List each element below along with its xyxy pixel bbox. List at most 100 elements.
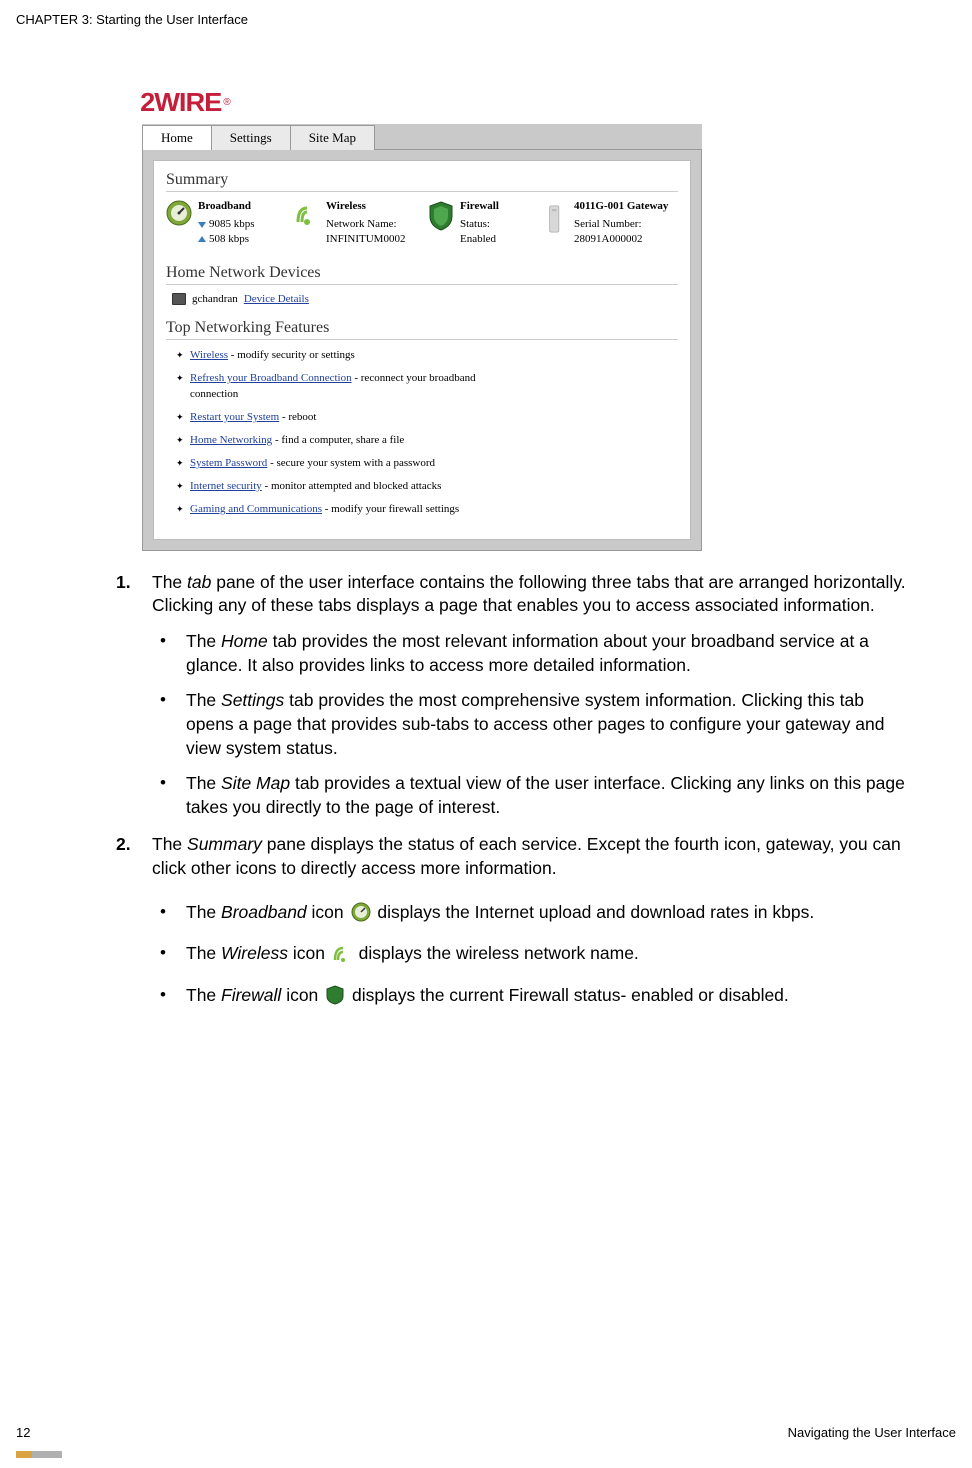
t: The <box>186 690 221 710</box>
monitor-icon <box>172 293 186 305</box>
t: The <box>186 985 221 1005</box>
feature-rest: - monitor attempted and blocked attacks <box>262 480 442 492</box>
feature-rest: - modify security or settings <box>228 349 355 361</box>
t-italic: Settings <box>221 690 284 710</box>
gateway-icon <box>542 200 568 232</box>
inline-broadband-icon <box>351 902 371 922</box>
gray-frame: Summary Broadband 9085 kbps <box>142 149 702 551</box>
firewall-status-label: Status: <box>460 218 499 232</box>
sub-item: The Home tab provides the most relevant … <box>152 630 916 677</box>
feature-rest: - reboot <box>279 411 316 423</box>
t-italic: Broadband <box>221 902 307 922</box>
feature-list: Wireless - modify security or settings R… <box>166 348 678 518</box>
feature-link[interactable]: Restart your System <box>190 411 279 423</box>
t: tab provides the most comprehensive syst… <box>186 690 885 757</box>
tab-site-map[interactable]: Site Map <box>290 125 375 150</box>
sub-item: The Settings tab provides the most compr… <box>152 689 916 760</box>
broadband-label: Broadband <box>198 200 255 214</box>
device-row: gchandran Device Details <box>172 293 678 305</box>
t: icon <box>281 985 323 1005</box>
tab-settings[interactable]: Settings <box>211 125 291 150</box>
t: The <box>152 834 187 854</box>
chapter-head: CHAPTER 3: Starting the User Interface <box>16 12 956 27</box>
logo: 2WIRE ® <box>142 87 702 118</box>
inline-firewall-icon <box>325 985 345 1005</box>
broadband-icon <box>166 200 192 232</box>
t: The <box>186 902 221 922</box>
t: pane of the user interface contains the … <box>152 572 906 616</box>
broadband-block[interactable]: Broadband 9085 kbps 508 kbps <box>166 200 288 246</box>
t: icon <box>307 902 349 922</box>
t-italic: Site Map <box>221 773 290 793</box>
t: tab provides a textual view of the user … <box>186 773 905 817</box>
ol-item-2: The Summary pane displays the status of … <box>116 833 916 1007</box>
feature-item: Internet security - monitor attempted an… <box>176 479 476 495</box>
feature-rest: - secure your system with a password <box>267 457 435 469</box>
t-italic: Home <box>221 631 268 651</box>
gateway-sn-label: Serial Number: <box>574 218 668 232</box>
feature-link[interactable]: Gaming and Communications <box>190 503 322 515</box>
t: displays the Internet upload and downloa… <box>377 902 814 922</box>
firewall-icon <box>428 200 454 232</box>
feature-rest: - find a computer, share a file <box>272 434 404 446</box>
t: displays the current Firewall status- en… <box>352 985 789 1005</box>
feature-item: Refresh your Broadband Connection - reco… <box>176 371 476 403</box>
down-arrow-icon <box>198 222 206 228</box>
t: The <box>186 943 221 963</box>
inner-white: Summary Broadband 9085 kbps <box>153 160 691 540</box>
feature-link[interactable]: Wireless <box>190 349 228 361</box>
t: The <box>186 773 221 793</box>
sub-item: The Wireless icon displays the wireless … <box>152 942 916 966</box>
feature-rest: - modify your firewall settings <box>322 503 459 515</box>
gateway-sn-value: 28091A000002 <box>574 233 668 247</box>
summary-grid: Broadband 9085 kbps 508 kbps <box>166 200 678 246</box>
t: The <box>152 572 187 592</box>
tabs-row: Home Settings Site Map <box>142 124 702 149</box>
gateway-block: 4011G-001 Gateway Serial Number: 28091A0… <box>542 200 678 246</box>
t-italic: Firewall <box>221 985 281 1005</box>
t-italic: tab <box>187 572 211 592</box>
gateway-label: 4011G-001 Gateway <box>574 200 668 214</box>
sub-item: The Broadband icon displays the Internet… <box>152 901 916 925</box>
sub-item: The Firewall icon displays the current F… <box>152 984 916 1008</box>
screenshot: 2WIRE ® Home Settings Site Map Summary <box>142 87 702 551</box>
tab-home[interactable]: Home <box>142 125 212 150</box>
page-number: 12 <box>16 1425 30 1440</box>
feature-item: System Password - secure your system wit… <box>176 456 476 472</box>
ol-item-1: The tab pane of the user interface conta… <box>116 571 916 820</box>
logo-text: 2WIRE <box>140 87 221 118</box>
feature-link[interactable]: Refresh your Broadband Connection <box>190 372 352 384</box>
feature-item: Restart your System - reboot <box>176 410 476 426</box>
wireless-label: Wireless <box>326 200 405 214</box>
logo-reg: ® <box>223 97 230 108</box>
t: displays the wireless network name. <box>359 943 639 963</box>
wireless-nn-label: Network Name: <box>326 218 405 232</box>
feature-link[interactable]: System Password <box>190 457 267 469</box>
wireless-icon <box>294 200 320 232</box>
footer-bar-icon <box>16 1451 62 1458</box>
feature-item: Gaming and Communications - modify your … <box>176 502 476 518</box>
body-text: The tab pane of the user interface conta… <box>116 571 916 1008</box>
t-italic: Summary <box>187 834 262 854</box>
broadband-down: 9085 kbps <box>209 218 255 232</box>
wireless-block[interactable]: Wireless Network Name: INFINITUM0002 <box>294 200 422 246</box>
wireless-nn-value: INFINITUM0002 <box>326 233 405 247</box>
up-arrow-icon <box>198 236 206 242</box>
firewall-block[interactable]: Firewall Status: Enabled <box>428 200 536 246</box>
t: tab provides the most relevant informati… <box>186 631 869 675</box>
feature-item: Home Networking - find a computer, share… <box>176 433 476 449</box>
firewall-label: Firewall <box>460 200 499 214</box>
sub-item: The Site Map tab provides a textual view… <box>152 772 916 819</box>
device-details-link[interactable]: Device Details <box>244 293 309 305</box>
home-devices-title: Home Network Devices <box>166 264 678 285</box>
broadband-up: 508 kbps <box>209 233 249 247</box>
top-features-title: Top Networking Features <box>166 319 678 340</box>
feature-link[interactable]: Home Networking <box>190 434 272 446</box>
t: The <box>186 631 221 651</box>
firewall-status-value: Enabled <box>460 233 499 247</box>
footer: 12 Navigating the User Interface <box>16 1425 956 1440</box>
feature-link[interactable]: Internet security <box>190 480 262 492</box>
t: pane displays the status of each service… <box>152 834 901 878</box>
footer-title: Navigating the User Interface <box>788 1425 956 1440</box>
device-name: gchandran <box>192 293 238 305</box>
